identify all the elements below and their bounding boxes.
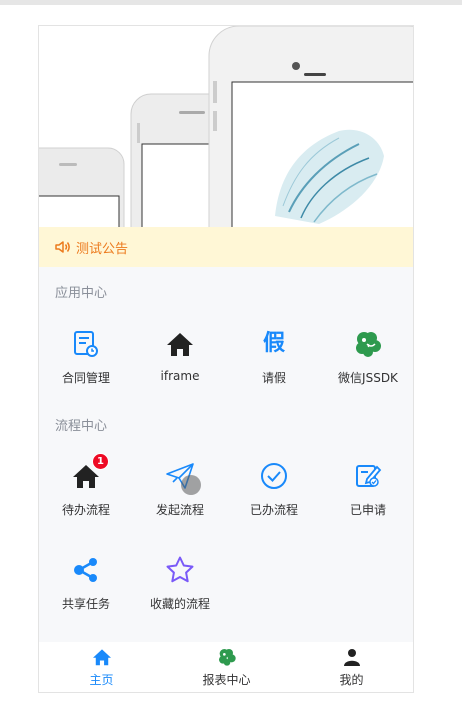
home-icon: 1	[71, 453, 109, 491]
grid-item-favorite-process[interactable]: 收藏的流程	[133, 555, 227, 625]
bottom-tabbar: 主页 报表中心 我的	[39, 642, 413, 692]
grid-item-label: iframe	[160, 369, 200, 383]
home-icon	[165, 329, 195, 359]
grid-item-iframe[interactable]: iframe	[133, 329, 227, 399]
grid-item-label: 请假	[261, 371, 286, 385]
grid-item-label: 已办流程	[249, 503, 298, 517]
grid-item-leave[interactable]: 假 请假	[227, 329, 321, 399]
grid-item-done-process[interactable]: 已办流程	[227, 461, 321, 531]
phone-large	[208, 26, 413, 227]
section-title-process-center: 流程中心	[55, 419, 108, 434]
check-circle-icon	[259, 461, 289, 491]
leave-icon: 假	[262, 331, 285, 356]
wechat-icon	[353, 329, 383, 359]
grid-item-label: 共享任务	[61, 597, 110, 611]
user-icon	[342, 647, 362, 667]
badge-count: 1	[92, 453, 109, 470]
grid-item-applied[interactable]: 已申请	[321, 461, 413, 531]
phone-small	[39, 147, 125, 227]
notice-bar[interactable]: 测试公告	[39, 227, 413, 267]
contract-icon	[71, 329, 101, 359]
tab-home[interactable]: 主页	[39, 642, 164, 692]
grid-item-shared-tasks[interactable]: 共享任务	[39, 555, 133, 625]
grid-item-label: 微信JSSDK	[338, 371, 398, 385]
phone-banner-image	[39, 26, 413, 227]
browser-top-strip	[0, 0, 462, 5]
banner-carousel[interactable]	[39, 26, 413, 227]
tab-mine[interactable]: 我的	[289, 642, 413, 692]
home-icon	[92, 647, 112, 667]
grid-item-todo-process[interactable]: 1 待办流程	[39, 453, 133, 531]
grid-item-label: 发起流程	[155, 503, 204, 517]
grid-item-wechat-jssdk[interactable]: 微信JSSDK	[321, 329, 413, 399]
grid-item-label: 合同管理	[61, 371, 110, 385]
tab-label: 我的	[339, 672, 364, 687]
tab-report-center[interactable]: 报表中心	[164, 642, 289, 692]
section-title-app-center: 应用中心	[55, 286, 108, 301]
volume-icon	[54, 238, 72, 256]
grid-item-label: 已申请	[349, 503, 386, 517]
grid-item-label: 收藏的流程	[149, 597, 210, 611]
grid-item-label: 待办流程	[61, 503, 110, 517]
tab-label: 报表中心	[202, 672, 251, 687]
report-icon	[217, 647, 237, 667]
grid-item-contract[interactable]: 合同管理	[39, 329, 133, 399]
star-icon	[165, 555, 195, 585]
tab-label: 主页	[89, 672, 114, 687]
share-icon	[71, 555, 101, 585]
grid-item-start-process[interactable]: 发起流程	[133, 461, 227, 531]
edit-icon	[353, 461, 383, 491]
mobile-viewport: 测试公告 应用中心 合同管理 iframe 假 请假 微信JSSDK 流程中心 …	[38, 25, 414, 693]
send-icon	[165, 461, 201, 495]
touch-indicator	[181, 475, 201, 495]
notice-text: 测试公告	[76, 241, 129, 257]
